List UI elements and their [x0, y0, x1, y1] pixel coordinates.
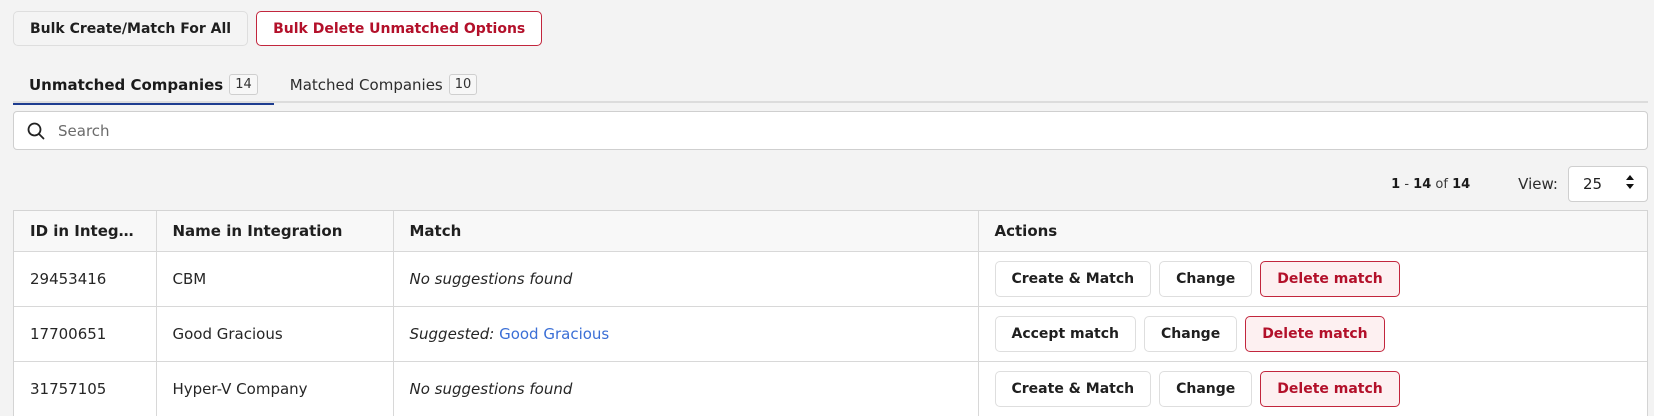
search-icon: [14, 122, 58, 140]
pagination-count: 1 - 14 of 14: [1391, 177, 1470, 192]
tab-label: Unmatched Companies: [29, 75, 224, 94]
match-text: No suggestions found: [409, 379, 573, 398]
delete-match-button[interactable]: Delete match: [1245, 315, 1385, 352]
cell-name: Good Gracious: [156, 306, 394, 362]
cell-actions: Accept match Change Delete match: [978, 306, 1647, 362]
view-label: View:: [1518, 175, 1558, 193]
cell-actions: Create & Match Change Delete match: [978, 251, 1647, 307]
count-badge: 14: [229, 74, 258, 95]
tab-unmatched-companies[interactable]: Unmatched Companies 14: [13, 66, 274, 105]
accept-match-button[interactable]: Accept match: [994, 315, 1137, 352]
delete-match-button[interactable]: Delete match: [1260, 260, 1400, 297]
column-header-name[interactable]: Name in Integration: [156, 211, 394, 252]
cell-name: CBM: [156, 251, 394, 307]
range-total: 14: [1452, 176, 1471, 192]
page-size-select[interactable]: 25: [1568, 166, 1648, 202]
cell-id: 17700651: [14, 306, 157, 362]
create-match-button[interactable]: Create & Match: [994, 370, 1152, 407]
range-end: 14: [1413, 176, 1432, 192]
bulk-actions-bar: Bulk Create/Match For All Bulk Delete Un…: [13, 11, 543, 46]
table-header-row: ID in Integrati... Name in Integration M…: [14, 211, 1647, 252]
cell-actions: Create & Match Change Delete match: [978, 361, 1647, 416]
count-badge: 10: [448, 74, 478, 95]
range-dash: -: [1400, 176, 1414, 192]
sort-arrows-icon: [1625, 174, 1635, 194]
cell-match: Suggested: Good Gracious: [393, 306, 979, 362]
change-button[interactable]: Change: [1159, 370, 1253, 407]
range-start: 1: [1391, 176, 1401, 192]
bulk-delete-unmatched-button[interactable]: Bulk Delete Unmatched Options: [256, 11, 543, 46]
tabs: Unmatched Companies 14 Matched Companies…: [13, 66, 1648, 105]
page: Bulk Create/Match For All Bulk Delete Un…: [0, 0, 1654, 416]
cell-match: No suggestions found: [393, 361, 979, 416]
cell-name: Hyper-V Company: [156, 361, 394, 416]
change-button[interactable]: Change: [1159, 260, 1253, 297]
table-row: 17700651 Good Gracious Suggested: Good G…: [14, 306, 1647, 362]
table-row: 29453416 CBM No suggestions found Create…: [14, 251, 1647, 307]
table-row: 31757105 Hyper-V Company No suggestions …: [14, 361, 1647, 416]
delete-match-button[interactable]: Delete match: [1260, 370, 1400, 407]
range-of: of: [1431, 176, 1453, 192]
column-header-actions: Actions: [978, 211, 1647, 252]
cell-id: 29453416: [14, 251, 157, 307]
companies-table: ID in Integrati... Name in Integration M…: [13, 210, 1648, 416]
tab-label: Matched Companies: [289, 75, 443, 94]
match-text: No suggestions found: [409, 269, 573, 288]
column-header-id[interactable]: ID in Integrati...: [14, 211, 157, 252]
cell-id: 31757105: [14, 361, 157, 416]
create-match-button[interactable]: Create & Match: [994, 260, 1152, 297]
page-size-value: 25: [1583, 175, 1603, 193]
cell-match: No suggestions found: [393, 251, 979, 307]
suggested-match-link[interactable]: Good Gracious: [499, 325, 609, 343]
column-header-match[interactable]: Match: [393, 211, 979, 252]
search-input[interactable]: [58, 121, 1647, 140]
tab-matched-companies[interactable]: Matched Companies 10: [274, 66, 494, 103]
search-bar: [13, 111, 1648, 150]
change-button[interactable]: Change: [1144, 315, 1238, 352]
bulk-create-match-all-button[interactable]: Bulk Create/Match For All: [13, 11, 249, 46]
match-prefix: Suggested:: [409, 324, 500, 343]
pagination: 1 - 14 of 14 View: 25: [1391, 166, 1648, 202]
